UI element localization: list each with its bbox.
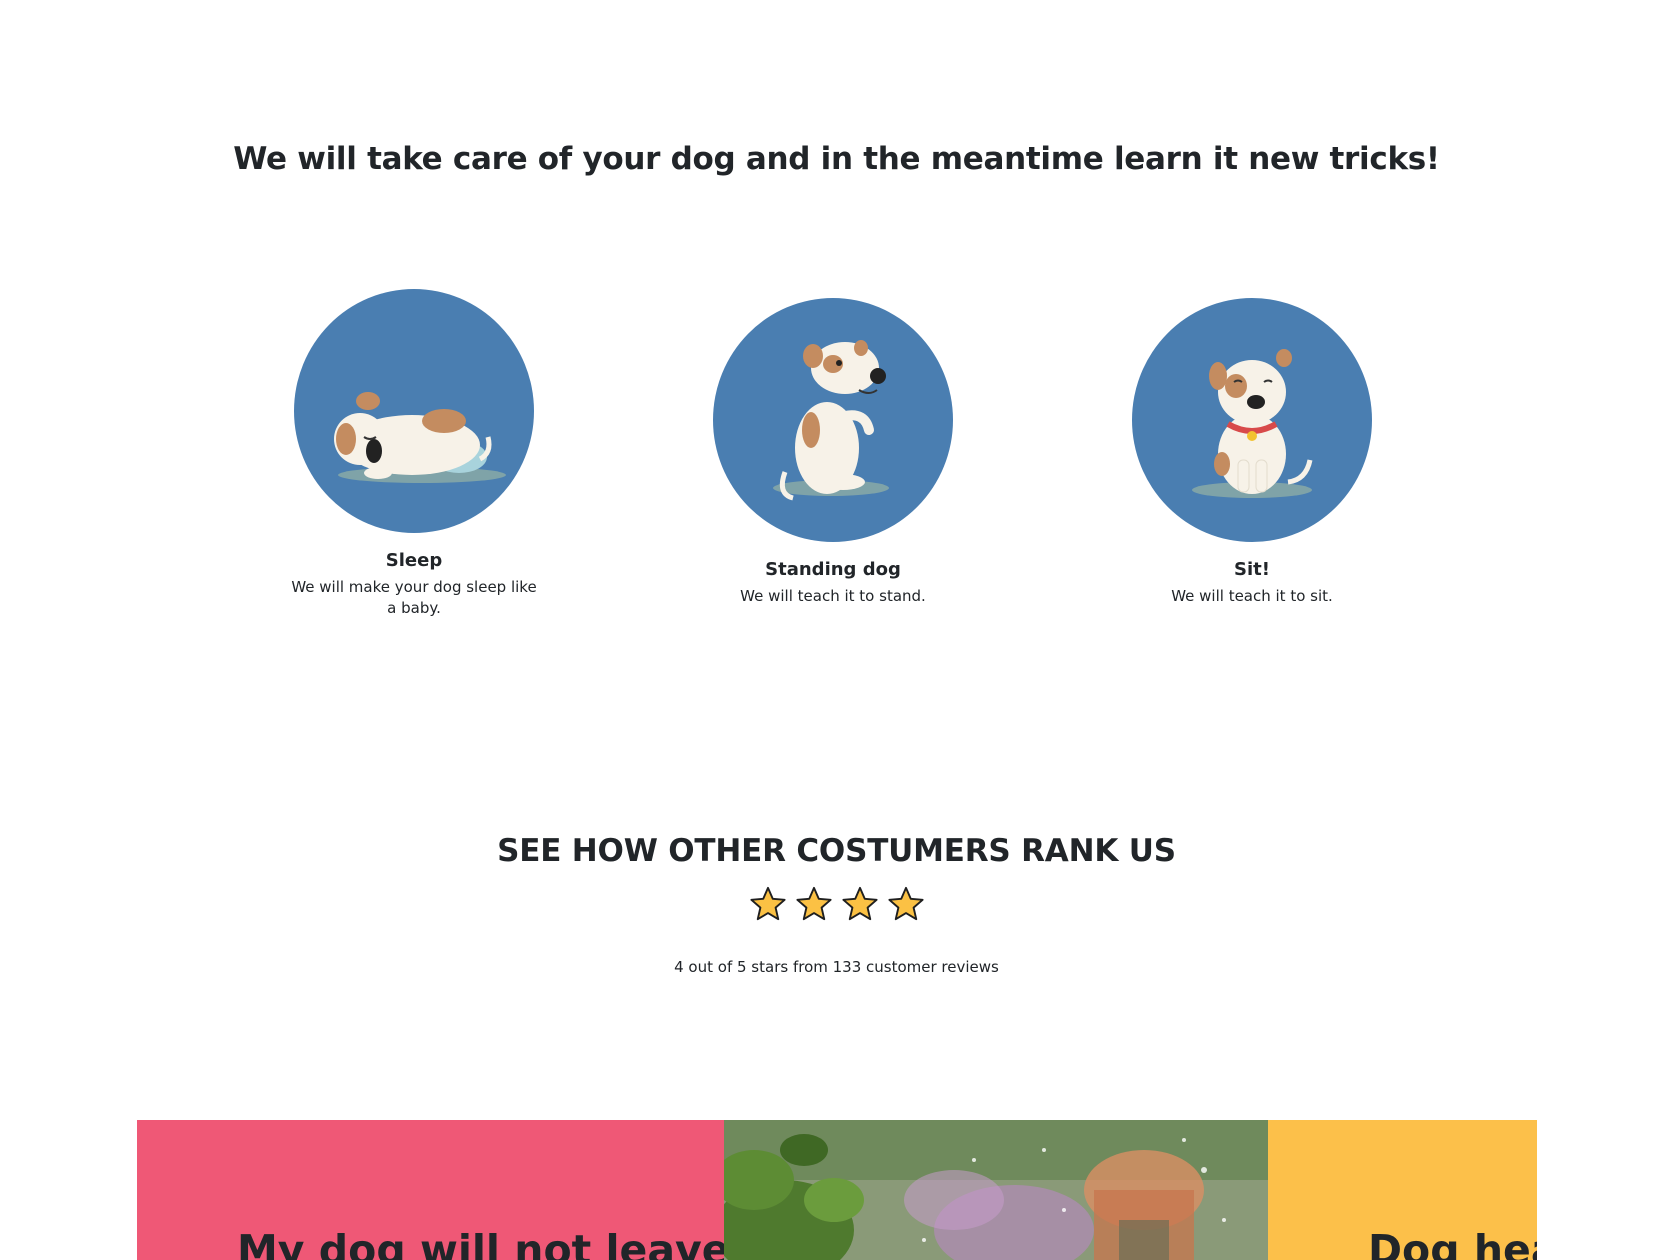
feature-title: Standing dog xyxy=(765,559,901,580)
star-icon xyxy=(749,886,786,921)
sitting-dog-icon xyxy=(1132,298,1372,542)
standing-dog-icon xyxy=(713,298,953,542)
star-icon xyxy=(841,886,878,921)
promo-panel-yellow: Dog heav xyxy=(1268,1120,1537,1260)
feature-description: We will teach it to sit. xyxy=(1171,587,1333,605)
promo-panel-pink: My dog will not leave xyxy=(137,1120,730,1260)
feature-title: Sleep xyxy=(385,550,443,571)
feature-sleep: Sleep We will make your dog sleep like a… xyxy=(288,289,540,619)
feature-description: We will make your dog sleep like a baby. xyxy=(291,578,537,617)
feature-sit: Sit! We will teach it to sit. xyxy=(1126,298,1378,607)
panel-heading: Dog heav xyxy=(1368,1226,1537,1260)
feature-standing-dog: Standing dog We will teach it to stand. xyxy=(707,298,959,607)
features-section: Sleep We will make your dog sleep like a… xyxy=(0,0,1673,700)
rating-stars xyxy=(0,885,1673,923)
sleeping-dog-icon xyxy=(294,289,534,533)
star-icon xyxy=(887,886,924,921)
rank-heading: SEE HOW OTHER COSTUMERS RANK US xyxy=(497,833,1176,869)
rating-summary: 4 out of 5 stars from 133 customer revie… xyxy=(674,958,999,976)
feature-description: We will teach it to stand. xyxy=(740,587,926,605)
garden-photo xyxy=(724,1120,1268,1260)
panel-heading: My dog will not leave xyxy=(237,1226,730,1260)
feature-title: Sit! xyxy=(1234,559,1270,580)
star-icon xyxy=(795,886,832,921)
promo-panels: My dog will not leave Dog heav xyxy=(137,1120,1537,1260)
